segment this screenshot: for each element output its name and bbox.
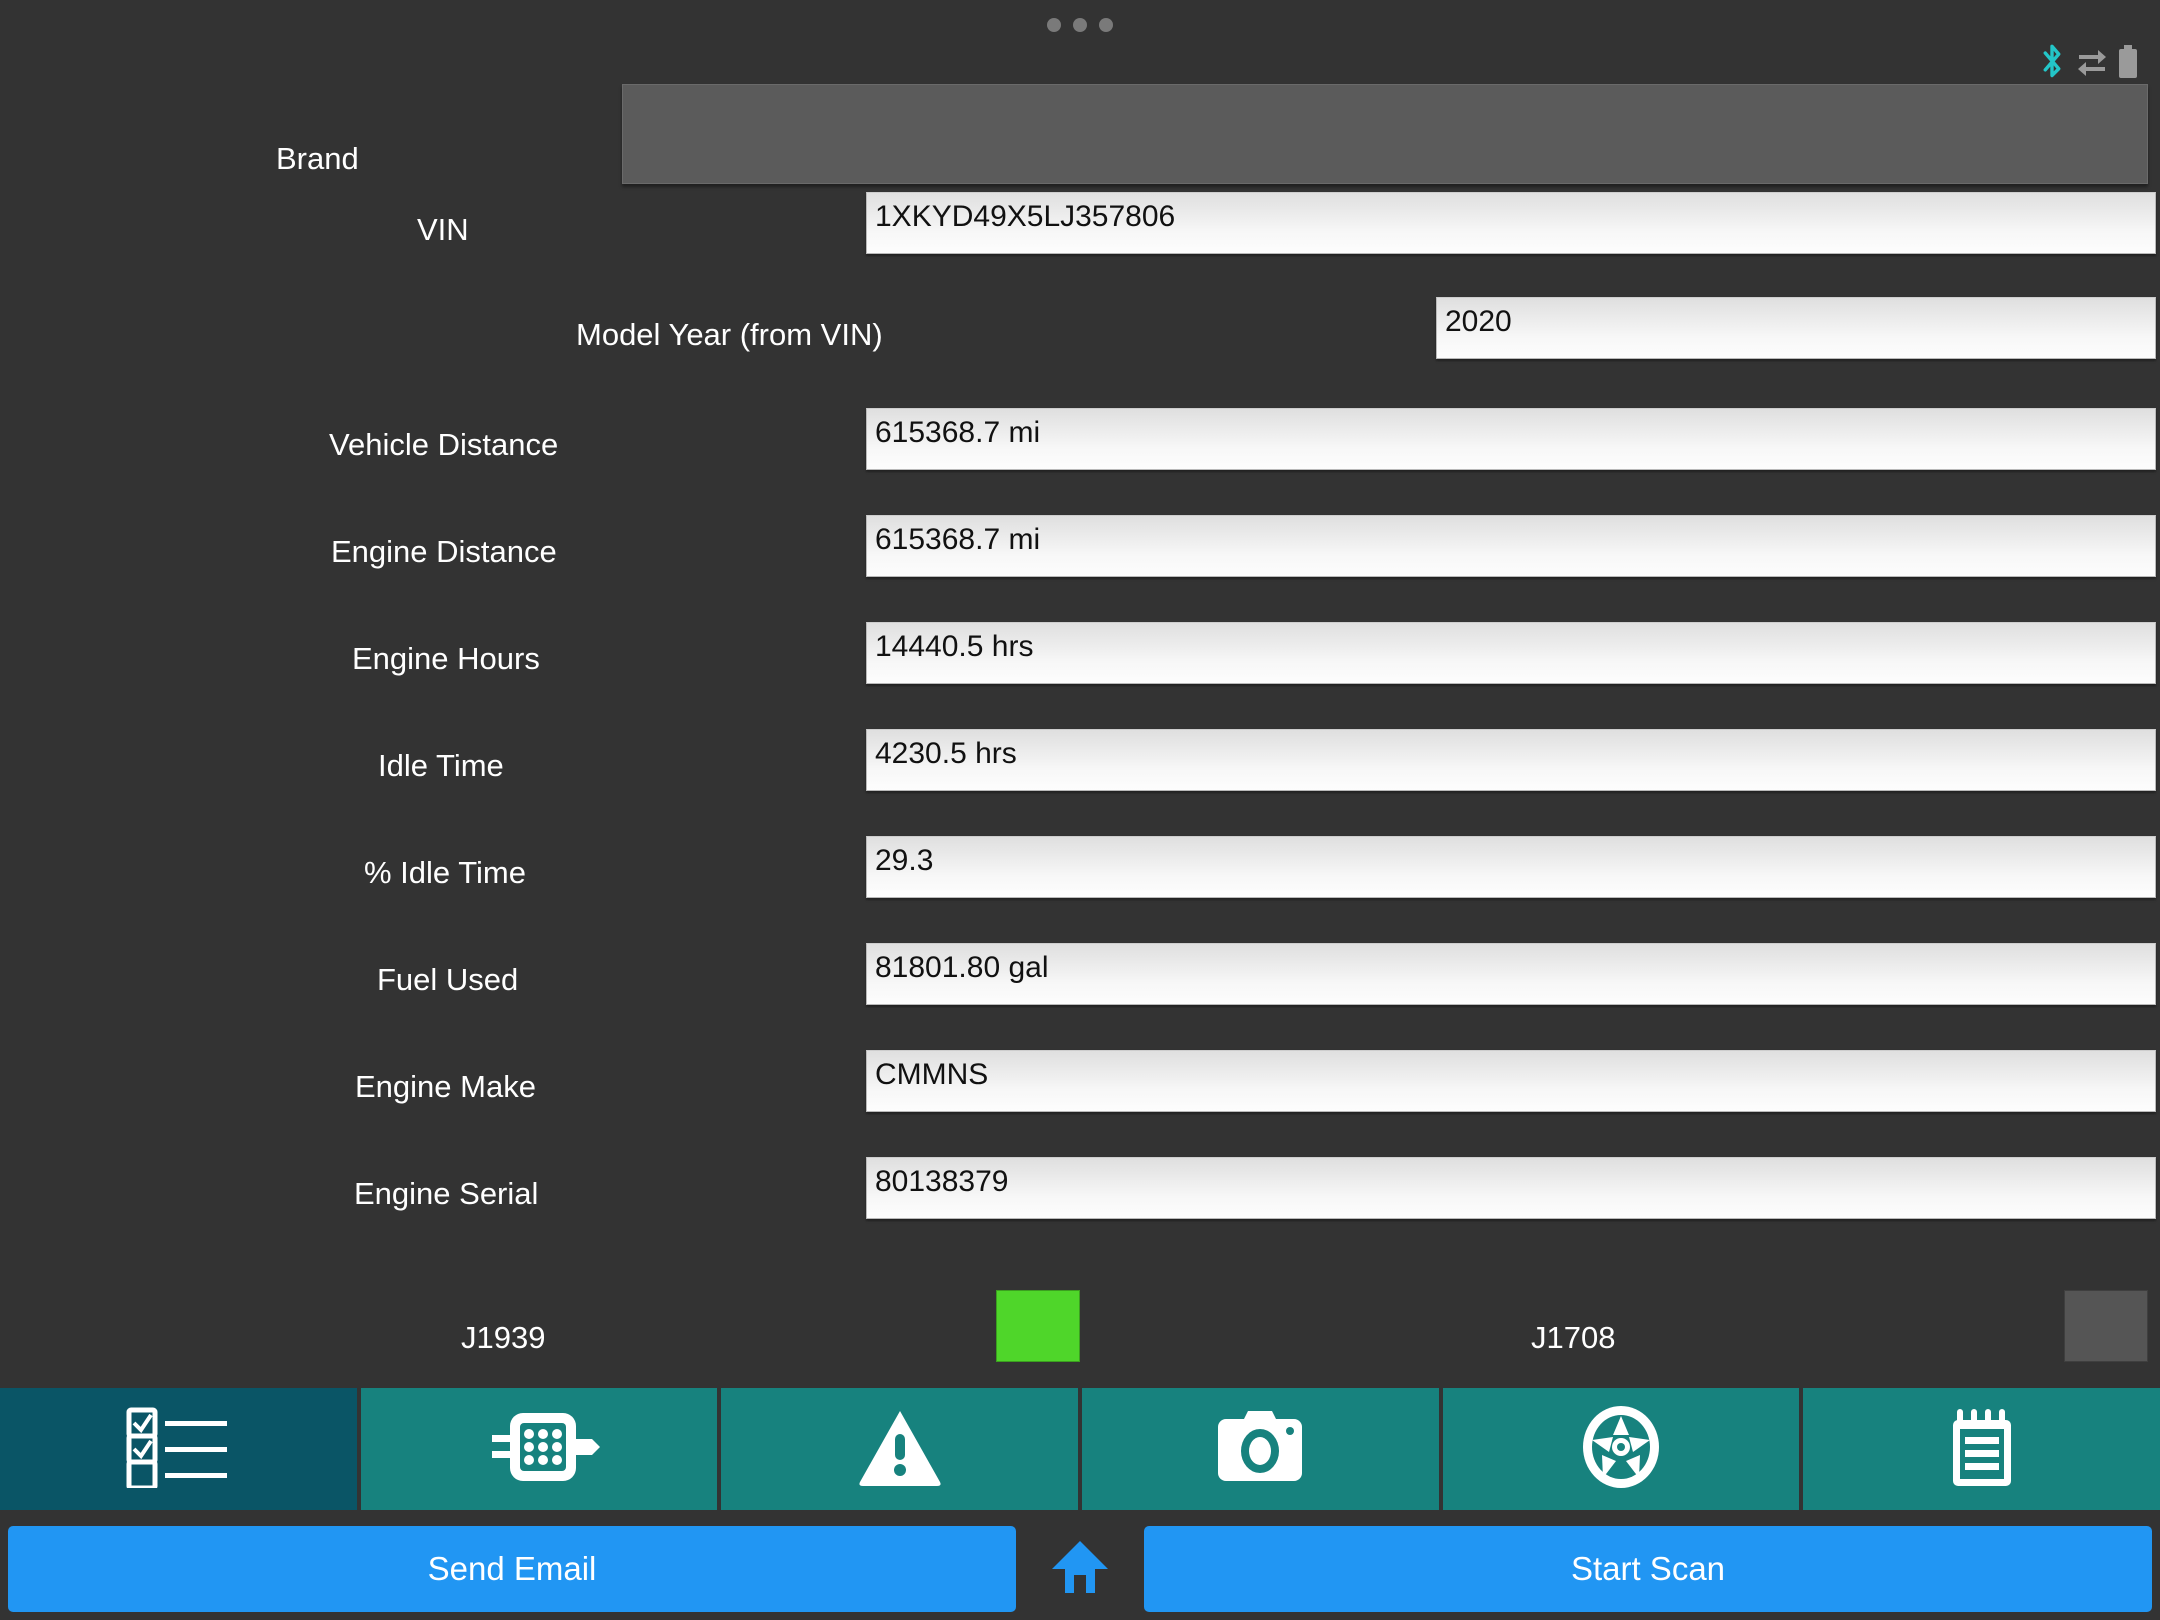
checklist-icon [123,1406,233,1493]
label-percent-idle-time: % Idle Time [364,855,526,890]
protocol-label-j1939: J1939 [461,1320,546,1355]
model-year-field[interactable]: 2020 [1436,297,2156,359]
vehicle-info-form: Brand VIN 1XKYD49X5LJ357806 Model Year (… [0,84,2160,1264]
tab-connector[interactable] [360,1388,718,1510]
engine-hours-field[interactable]: 14440.5 hrs [866,622,2156,684]
row-engine-hours: Engine Hours 14440.5 hrs [0,622,2160,729]
bluetooth-icon [2038,44,2066,85]
system-icons [2038,44,2138,85]
app-root: Brand VIN 1XKYD49X5LJ357806 Model Year (… [0,0,2160,1620]
label-vehicle-distance: Vehicle Distance [329,427,559,462]
fuel-used-field[interactable]: 81801.80 gal [866,943,2156,1005]
row-vin: VIN 1XKYD49X5LJ357806 [0,192,2160,301]
tab-tires[interactable] [1442,1388,1800,1510]
tab-camera[interactable] [1082,1388,1439,1510]
row-percent-idle-time: % Idle Time 29.3 [0,836,2160,943]
engine-serial-field[interactable]: 80138379 [866,1157,2156,1219]
notepad-icon [1947,1404,2017,1495]
engine-make-field[interactable]: CMMNS [866,1050,2156,1112]
row-engine-make: Engine Make CMMNS [0,1050,2160,1157]
row-vehicle-distance: Vehicle Distance 615368.7 mi [0,408,2160,515]
protocol-led-j1708 [2064,1290,2148,1362]
tab-checklist[interactable] [0,1388,357,1510]
row-fuel-used: Fuel Used 81801.80 gal [0,943,2160,1050]
row-engine-serial: Engine Serial 80138379 [0,1157,2160,1264]
tab-faults[interactable] [721,1388,1079,1510]
idle-time-field[interactable]: 4230.5 hrs [866,729,2156,791]
label-engine-serial: Engine Serial [354,1176,539,1211]
dot-1 [1047,18,1061,32]
camera-icon [1214,1409,1306,1490]
vin-field[interactable]: 1XKYD49X5LJ357806 [866,192,2156,254]
warning-icon [857,1408,943,1491]
label-engine-hours: Engine Hours [352,641,540,676]
brand-spinner-value [623,85,2147,115]
dot-3 [1099,18,1113,32]
row-idle-time: Idle Time 4230.5 hrs [0,729,2160,836]
home-button[interactable] [1016,1523,1144,1615]
protocol-led-j1939 [996,1290,1080,1362]
row-engine-distance: Engine Distance 615368.7 mi [0,515,2160,622]
vehicle-distance-field[interactable]: 615368.7 mi [866,408,2156,470]
label-idle-time: Idle Time [378,748,504,783]
label-engine-make: Engine Make [355,1069,536,1104]
home-icon [1048,1535,1112,1604]
label-fuel-used: Fuel Used [377,962,519,997]
percent-idle-time-field[interactable]: 29.3 [866,836,2156,898]
engine-distance-field[interactable]: 615368.7 mi [866,515,2156,577]
wheel-icon [1578,1404,1664,1495]
battery-icon [2118,44,2138,84]
connector-icon [476,1407,602,1492]
start-scan-button[interactable]: Start Scan [1144,1526,2152,1612]
brand-spinner[interactable] [622,84,2148,184]
dot-2 [1073,18,1087,32]
drag-handle-dots[interactable] [1047,18,1113,32]
label-brand: Brand [276,141,359,176]
label-engine-distance: Engine Distance [331,534,557,569]
protocol-status-row: J1939 J1708 [0,1290,2160,1388]
status-bar [0,0,2160,88]
row-model-year: Model Year (from VIN) 2020 [0,297,2160,408]
protocol-label-j1708: J1708 [1531,1320,1616,1355]
action-button-bar: Send Email Start Scan [0,1518,2160,1620]
send-email-button[interactable]: Send Email [8,1526,1016,1612]
data-transfer-icon [2076,45,2108,84]
tab-notes[interactable] [1803,1388,2160,1510]
label-vin: VIN [417,212,469,247]
label-model-year: Model Year (from VIN) [576,317,883,352]
bottom-tab-bar [0,1388,2160,1510]
row-brand: Brand [0,84,2160,194]
